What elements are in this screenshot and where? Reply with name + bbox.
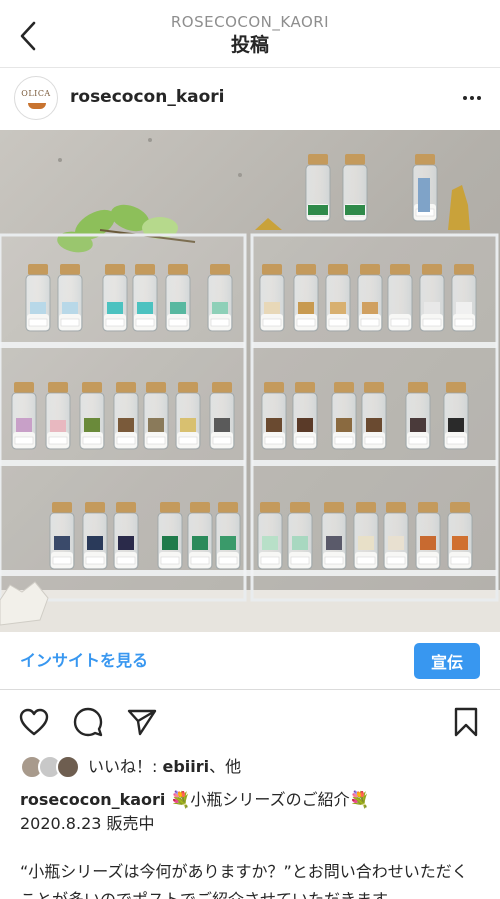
comment-button[interactable] bbox=[70, 704, 106, 740]
share-button[interactable] bbox=[124, 704, 160, 740]
likes-row[interactable]: いいね！: ebiiri、他 bbox=[20, 752, 480, 782]
caption-username[interactable]: rosecocon_kaori bbox=[20, 790, 165, 809]
header-title-group: ROSECOCON_KAORI 投稿 bbox=[0, 12, 500, 58]
avatar[interactable]: OLICA bbox=[14, 76, 58, 120]
heart-icon bbox=[19, 708, 49, 736]
crystal-bottles-photo bbox=[0, 130, 500, 632]
post-username[interactable]: rosecocon_kaori bbox=[70, 86, 225, 108]
caption-text: 💐小瓶シリーズのご紹介💐 bbox=[170, 790, 370, 809]
likes-prefix: いいね！: bbox=[88, 757, 163, 776]
like-button[interactable] bbox=[16, 704, 52, 740]
header-account-name: ROSECOCON_KAORI bbox=[170, 13, 330, 31]
promote-button[interactable]: 宣伝 bbox=[414, 643, 480, 679]
insight-bar: インサイトを見る 宣伝 bbox=[0, 632, 500, 690]
top-bar: ROSECOCON_KAORI 投稿 bbox=[0, 0, 500, 68]
page-title: 投稿 bbox=[230, 34, 269, 56]
likes-suffix: 、他 bbox=[209, 757, 242, 776]
action-bar bbox=[0, 696, 500, 748]
caption-date-line: 2020.8.23 販売中 bbox=[20, 814, 155, 833]
comment-icon bbox=[73, 707, 103, 737]
post-photo[interactable] bbox=[0, 130, 500, 632]
view-insights-link[interactable]: インサイトを見る bbox=[20, 650, 148, 672]
caption-body: “小瓶シリーズは今何がありますか？”とお問い合わせいただくことが多いのでポストで… bbox=[20, 862, 468, 899]
avatar-logo-mark bbox=[28, 103, 46, 109]
likes-text: いいね！: ebiiri、他 bbox=[88, 756, 241, 778]
more-dot bbox=[477, 96, 481, 100]
post-header: OLICA rosecocon_kaori bbox=[0, 68, 500, 130]
avatar-logo-text: OLICA bbox=[21, 89, 51, 98]
bookmark-icon bbox=[454, 707, 478, 737]
save-button[interactable] bbox=[448, 704, 484, 740]
more-horizontal-icon bbox=[463, 96, 467, 100]
likes-user[interactable]: ebiiri bbox=[162, 757, 209, 776]
more-options-button[interactable] bbox=[458, 86, 486, 110]
caption: rosecocon_kaori 💐小瓶シリーズのご紹介💐 bbox=[20, 788, 485, 812]
more-dot bbox=[470, 96, 474, 100]
liker-avatar bbox=[56, 755, 80, 779]
send-icon bbox=[127, 709, 157, 736]
